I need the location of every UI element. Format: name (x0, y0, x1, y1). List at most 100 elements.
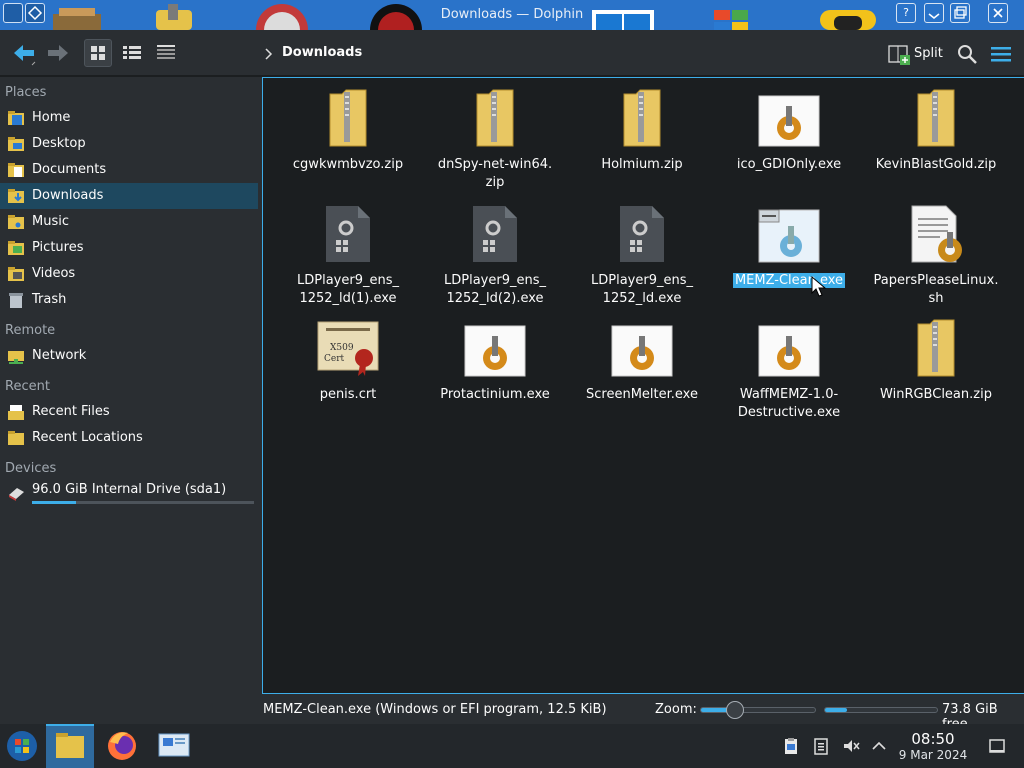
forward-arrow-icon (48, 45, 68, 61)
executable-gear-icon (464, 325, 526, 377)
breadcrumb-current[interactable]: Downloads (282, 45, 362, 60)
sidebar-item-documents[interactable]: Documents (0, 157, 258, 183)
file-item[interactable]: X509 Cert penis.crt (278, 318, 418, 428)
sidebar-item-home[interactable]: Home (0, 105, 258, 131)
file-item[interactable]: ico_GDIOnly.exe (719, 88, 859, 198)
sidebar-item-recent-locations[interactable]: Recent Locations (0, 425, 258, 451)
help-button[interactable]: ? (896, 3, 916, 23)
back-arrow-icon (14, 45, 36, 66)
file-name: MEMZ-Clean.exe (732, 273, 846, 288)
sidebar-item-label: Music (32, 214, 69, 229)
file-item[interactable]: WinRGBClean.zip (866, 318, 1006, 428)
free-space-fill (825, 708, 848, 712)
file-name: dnSpy-net-win64. zip (437, 157, 553, 190)
sidebar-item-network[interactable]: Network (0, 343, 258, 369)
sidebar-item-downloads[interactable]: Downloads (0, 183, 258, 209)
search-icon[interactable] (956, 43, 978, 65)
minimize-button[interactable] (924, 3, 944, 23)
recent-heading: Recent (5, 379, 50, 394)
sidebar-item-label: Desktop (32, 136, 86, 151)
sidebar-item-label: Pictures (32, 240, 84, 255)
sidebar-item-desktop[interactable]: Desktop (0, 131, 258, 157)
file-item[interactable]: LDPlayer9_ens_ 1252_ld.exe (572, 204, 712, 314)
sidebar-item-trash[interactable]: Trash (0, 287, 258, 313)
taskbar-firefox[interactable] (98, 724, 146, 768)
maximize-button[interactable] (950, 3, 970, 23)
sidebar-item-music[interactable]: Music (0, 209, 258, 235)
hamburger-menu-icon[interactable] (990, 44, 1012, 64)
file-item[interactable]: ScreenMelter.exe (572, 318, 712, 428)
file-item[interactable]: LDPlayer9_ens_ 1252_ld(2).exe (425, 204, 565, 314)
executable-gear-icon (611, 325, 673, 377)
compact-view-icon (123, 46, 141, 59)
file-item-selected[interactable]: MEMZ-Clean.exe (719, 204, 859, 314)
zip-archive-icon (476, 89, 514, 147)
pictures-folder-icon (8, 241, 24, 255)
taskbar-system-settings[interactable] (150, 724, 198, 768)
show-desktop-icon[interactable] (988, 737, 1006, 755)
recent-files-icon (8, 405, 24, 420)
file-view[interactable]: cgwkwmbvzo.zip dnSpy-net-win64. zip Holmi… (262, 77, 1024, 694)
taskbar-dolphin[interactable] (46, 724, 94, 768)
svg-text:Cert: Cert (324, 354, 345, 364)
executable-gear-icon (758, 95, 820, 147)
zip-archive-icon (917, 89, 955, 147)
documents-folder-icon (8, 163, 24, 177)
restore-icon (954, 6, 967, 19)
sidebar-item-label: Recent Locations (32, 430, 143, 445)
dolphin-icon (56, 733, 84, 758)
sidebar-item-label: Documents (32, 162, 107, 177)
executable-gear-icon (758, 325, 820, 377)
zoom-slider[interactable] (700, 701, 816, 719)
start-menu-button[interactable] (0, 724, 48, 768)
back-button[interactable] (10, 39, 38, 67)
sidebar-item-label: Videos (32, 266, 76, 281)
svg-text:X509: X509 (330, 343, 354, 353)
sidebar-item-recent-files[interactable]: Recent Files (0, 399, 258, 425)
sidebar-item-label: Trash (32, 292, 67, 307)
sidebar-item-videos[interactable]: Videos (0, 261, 258, 287)
sidebar-item-label: Recent Files (32, 404, 110, 419)
file-item[interactable]: dnSpy-net-win64. zip (425, 88, 565, 198)
clock-date: 9 Mar 2024 (898, 748, 968, 762)
file-item[interactable]: Holmium.zip (572, 88, 712, 198)
notes-tray-icon[interactable] (812, 737, 830, 755)
compact-view-button[interactable] (118, 39, 146, 67)
file-item[interactable]: cgwkwmbvzo.zip (278, 88, 418, 198)
minimize-icon (928, 13, 940, 20)
file-name: LDPlayer9_ens_ 1252_ld(2).exe (444, 273, 546, 306)
forward-button[interactable] (44, 39, 72, 67)
file-item[interactable]: WaffMEMZ-1.0- Destructive.exe (719, 318, 859, 428)
remote-heading: Remote (5, 323, 56, 338)
sidebar-item-pictures[interactable]: Pictures (0, 235, 258, 261)
chevron-up-icon[interactable] (870, 737, 888, 755)
mouse-cursor-icon (811, 276, 827, 297)
taskbar: 08:50 9 Mar 2024 (0, 724, 1024, 768)
window-titlebar[interactable]: Downloads — Dolphin ? (0, 0, 1024, 30)
free-space-bar (824, 707, 938, 713)
sidebar-item-label: Downloads (32, 188, 104, 203)
clock[interactable]: 08:50 9 Mar 2024 (896, 730, 970, 762)
file-name: cgwkwmbvzo.zip (292, 157, 404, 172)
icons-view-button[interactable] (84, 39, 112, 67)
file-item[interactable]: LDPlayer9_ens_ 1252_ld(1).exe (278, 204, 418, 314)
details-view-icon (157, 45, 175, 59)
desktop-folder-icon (8, 137, 24, 151)
split-button[interactable]: Split (888, 43, 943, 65)
executable-file-icon (473, 206, 517, 262)
volume-muted-icon[interactable] (842, 737, 860, 755)
clipboard-tray-icon[interactable] (782, 737, 800, 755)
file-item[interactable]: KevinBlastGold.zip (866, 88, 1006, 198)
sidebar-item-label: Network (32, 348, 87, 363)
sidebar-item-label: Home (32, 110, 71, 125)
close-button[interactable] (988, 3, 1008, 23)
file-name: Protactinium.exe (440, 387, 550, 402)
executable-file-icon (326, 206, 370, 262)
clock-time: 08:50 (911, 730, 955, 748)
details-view-button[interactable] (152, 39, 180, 67)
file-item[interactable]: Protactinium.exe (425, 318, 565, 428)
music-folder-icon (8, 215, 24, 229)
zoom-slider-handle[interactable] (726, 701, 745, 719)
sidebar-item-internal-drive[interactable]: 96.0 GiB Internal Drive (sda1) (0, 479, 258, 505)
file-item[interactable]: PapersPleaseLinux. sh (866, 204, 1006, 314)
